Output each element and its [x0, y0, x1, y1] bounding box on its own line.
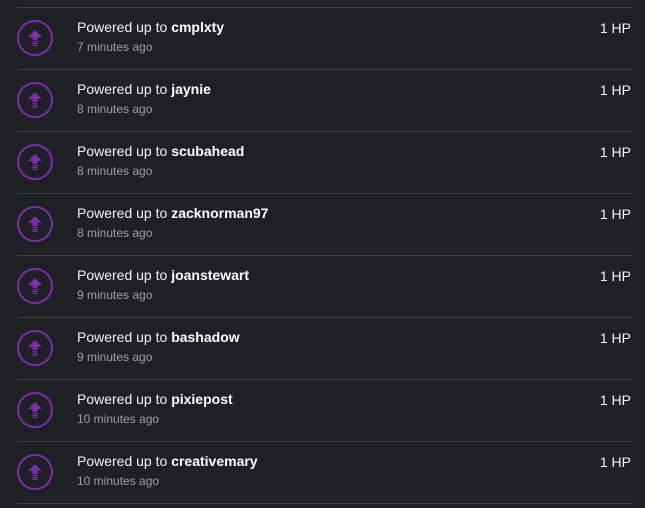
- activity-amount: 1 HP: [599, 454, 631, 470]
- activity-title: Powered up to cmplxty: [77, 19, 224, 35]
- power-up-arrow-icon: [17, 206, 53, 242]
- activity-row: Powered up to jaynie 8 minutes ago 1 HP: [17, 69, 632, 131]
- power-up-arrow-icon: [17, 82, 53, 118]
- activity-title: Powered up to joanstewart: [77, 267, 249, 283]
- activity-prefix: Powered up to: [77, 267, 168, 283]
- activity-timestamp: 8 minutes ago: [77, 164, 153, 178]
- activity-row: Powered up to scubahead 8 minutes ago 1 …: [17, 131, 632, 193]
- activity-title: Powered up to zacknorman97: [77, 205, 268, 221]
- activity-prefix: Powered up to: [77, 19, 168, 35]
- activity-username[interactable]: pixiepost: [171, 391, 232, 407]
- activity-amount: 1 HP: [599, 206, 631, 222]
- activity-timestamp: 7 minutes ago: [77, 40, 153, 54]
- activity-timestamp: 8 minutes ago: [77, 226, 153, 240]
- power-up-arrow-icon: [17, 20, 53, 56]
- power-up-arrow-icon: [17, 330, 53, 366]
- activity-amount: 1 HP: [599, 20, 631, 36]
- activity-amount: 1 HP: [599, 82, 631, 98]
- activity-row: Powered up to zacknorman97 8 minutes ago…: [17, 193, 632, 255]
- activity-prefix: Powered up to: [77, 205, 168, 221]
- activity-amount: 1 HP: [599, 268, 631, 284]
- power-up-arrow-icon: [17, 144, 53, 180]
- activity-timestamp: 8 minutes ago: [77, 102, 153, 116]
- activity-username[interactable]: bashadow: [171, 329, 239, 345]
- activity-title: Powered up to pixiepost: [77, 391, 233, 407]
- activity-prefix: Powered up to: [77, 453, 168, 469]
- activity-username[interactable]: creativemary: [171, 453, 257, 469]
- activity-title: Powered up to bashadow: [77, 329, 240, 345]
- activity-timestamp: 9 minutes ago: [77, 350, 153, 364]
- activity-title: Powered up to scubahead: [77, 143, 244, 159]
- activity-prefix: Powered up to: [77, 391, 168, 407]
- activity-amount: 1 HP: [599, 392, 631, 408]
- activity-timestamp: 9 minutes ago: [77, 288, 153, 302]
- activity-timestamp: 10 minutes ago: [77, 474, 160, 488]
- power-up-arrow-icon: [17, 268, 53, 304]
- activity-title: Powered up to jaynie: [77, 81, 211, 97]
- activity-username[interactable]: zacknorman97: [171, 205, 268, 221]
- activity-title: Powered up to creativemary: [77, 453, 258, 469]
- power-up-arrow-icon: [17, 454, 53, 490]
- activity-prefix: Powered up to: [77, 143, 168, 159]
- activity-amount: 1 HP: [599, 330, 631, 346]
- activity-row: Powered up to joanstewart 9 minutes ago …: [17, 255, 632, 317]
- activity-row: Powered up to pixiepost 10 minutes ago 1…: [17, 379, 632, 441]
- activity-row: Powered up to creativemary 10 minutes ag…: [17, 441, 632, 504]
- activity-prefix: Powered up to: [77, 329, 168, 345]
- activity-username[interactable]: jaynie: [171, 81, 211, 97]
- activity-amount: 1 HP: [599, 144, 631, 160]
- activity-prefix: Powered up to: [77, 81, 168, 97]
- power-up-arrow-icon: [17, 392, 53, 428]
- activity-row: Powered up to bashadow 9 minutes ago 1 H…: [17, 317, 632, 379]
- activity-feed: Powered up to cmplxty 7 minutes ago 1 HP…: [0, 0, 645, 508]
- activity-username[interactable]: joanstewart: [171, 267, 249, 283]
- activity-timestamp: 10 minutes ago: [77, 412, 160, 426]
- activity-row: Powered up to cmplxty 7 minutes ago 1 HP: [17, 7, 632, 69]
- activity-username[interactable]: cmplxty: [171, 19, 224, 35]
- activity-username[interactable]: scubahead: [171, 143, 244, 159]
